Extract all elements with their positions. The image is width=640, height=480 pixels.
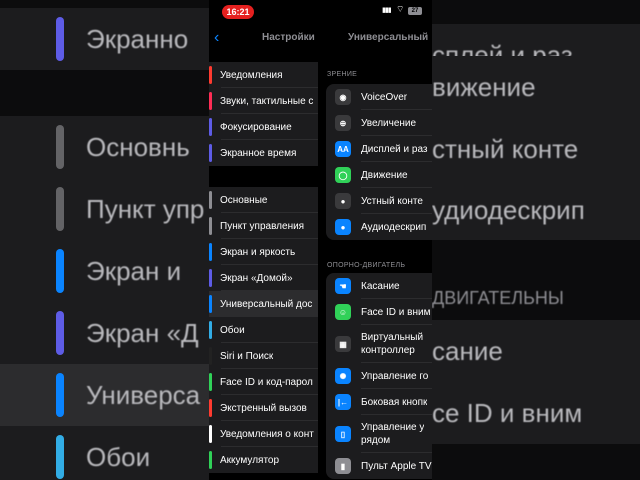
accessibility-panel: ▮▮▮ ⌔ 27 Универсальный ЗРЕНИЕ ◉ VoiceOver… xyxy=(318,0,432,480)
settings-item-home-screen[interactable]: Экран «Домой» xyxy=(209,265,318,291)
color-tab-icon xyxy=(209,425,212,443)
vision-group: ◉ VoiceOver ⊕ Увеличение AA Дисплей и раз ◯… xyxy=(326,84,432,240)
settings-item-face-id[interactable]: Face ID и код-парол xyxy=(209,369,318,395)
backdrop-row: Обои xyxy=(0,426,210,480)
settings-item-emergency-sos[interactable]: Экстренный вызов xyxy=(209,395,318,421)
voiceover-icon: ◉ xyxy=(335,89,351,105)
color-tab-icon xyxy=(209,295,212,313)
status-bar: ▮▮▮ ⌔ 27 xyxy=(318,0,432,24)
accessibility-item-side-button[interactable]: |← Боковая кнопк xyxy=(326,389,432,415)
color-tab-icon xyxy=(209,347,212,365)
settings-item-siri[interactable]: Siri и Поиск xyxy=(209,343,318,369)
section-header-motor: ОПОРНО-ДВИГАТЕЛЬ xyxy=(327,262,406,269)
settings-item-screen-time[interactable]: Экранное время xyxy=(209,140,318,166)
accessibility-item-spoken-content[interactable]: ● Устный конте xyxy=(326,188,432,214)
touch-icon: ☚ xyxy=(335,278,351,294)
back-chevron-icon[interactable]: ‹ xyxy=(214,30,219,46)
zoom-icon: ⊕ xyxy=(335,115,351,131)
color-tab-icon xyxy=(209,321,212,339)
settings-group-1: Уведомления Звуки, тактильные с Фокусиро… xyxy=(209,62,318,166)
color-tab-icon xyxy=(209,217,212,235)
backdrop-row: сание xyxy=(432,320,640,382)
backdrop-row: Экранно xyxy=(0,8,210,70)
accessibility-item-audio-descriptions[interactable]: ● Аудиодескрип xyxy=(326,214,432,240)
settings-item-focus[interactable]: Фокусирование xyxy=(209,114,318,140)
backdrop-row: Пункт упр xyxy=(0,178,210,240)
nav-title: Универсальный xyxy=(348,32,429,43)
color-tab-icon xyxy=(209,243,212,261)
cellular-signal-icon: ▮▮▮ xyxy=(382,7,392,14)
color-tab-icon xyxy=(209,191,212,209)
apple-tv-remote-icon: ▮ xyxy=(335,458,351,474)
settings-item-notifications[interactable]: Уведомления xyxy=(209,62,318,88)
settings-item-sounds[interactable]: Звуки, тактильные с xyxy=(209,88,318,114)
settings-item-control-center[interactable]: Пункт управления xyxy=(209,213,318,239)
settings-item-display[interactable]: Экран и яркость xyxy=(209,239,318,265)
settings-item-general[interactable]: Основные xyxy=(209,187,318,213)
switch-control-icon: ▦ xyxy=(335,336,351,352)
backdrop-row: Универса xyxy=(0,364,210,426)
accessibility-item-switch-control[interactable]: ▦ Виртуальный контроллер xyxy=(326,325,432,363)
color-tab-icon xyxy=(209,144,212,162)
accessibility-item-display-text-size[interactable]: AA Дисплей и раз xyxy=(326,136,432,162)
settings-item-wallpaper[interactable]: Обои xyxy=(209,317,318,343)
status-bar: 16:21 xyxy=(209,0,318,24)
accessibility-item-voice-control[interactable]: ✺ Управление го xyxy=(326,363,432,389)
color-tab-icon xyxy=(209,118,212,136)
text-size-icon: AA xyxy=(335,141,351,157)
settings-group-2: Основные Пункт управления Экран и яркост… xyxy=(209,187,318,473)
settings-nav-bar: ‹ Настройки xyxy=(209,28,318,50)
accessibility-item-motion[interactable]: ◯ Движение xyxy=(326,162,432,188)
accessibility-item-nearby-devices[interactable]: ▯ Управление у рядом xyxy=(326,415,432,453)
wifi-icon: ⌔ xyxy=(396,4,405,14)
settings-item-accessibility[interactable]: Универсальный дос xyxy=(209,291,318,317)
clock-pill: 16:21 xyxy=(222,5,254,19)
settings-item-battery[interactable]: Аккумулятор xyxy=(209,447,318,473)
color-tab-icon xyxy=(209,66,212,84)
color-tab-icon xyxy=(209,269,212,287)
backdrop-row: Экран «Д xyxy=(0,302,210,364)
side-button-icon: |← xyxy=(335,394,351,410)
backdrop-row: ce ID и вним xyxy=(432,382,640,444)
motion-icon: ◯ xyxy=(335,167,351,183)
color-tab-icon xyxy=(209,399,212,417)
section-header-vision: ЗРЕНИЕ xyxy=(327,71,358,78)
backdrop-row: Основнь xyxy=(0,116,210,178)
accessibility-item-zoom[interactable]: ⊕ Увеличение xyxy=(326,110,432,136)
backdrop-right: сплей и раз вижение стный конте удиодеск… xyxy=(432,0,640,480)
accessibility-item-touch[interactable]: ☚ Касание xyxy=(326,273,432,299)
color-tab-icon xyxy=(209,451,212,469)
motor-group: ☚ Касание ☺ Face ID и вним ▦ Виртуальный кон… xyxy=(326,273,432,479)
backdrop-row: ДВИГАТЕЛЬНЫ xyxy=(432,287,564,308)
backdrop-row: стный конте xyxy=(432,118,640,180)
face-id-icon: ☺ xyxy=(335,304,351,320)
settings-panel: 16:21 ‹ Настройки Уведомления Звуки, так… xyxy=(209,0,318,480)
color-tab-icon xyxy=(209,92,212,110)
battery-icon: 27 xyxy=(408,7,422,15)
backdrop-row: удиодескрип xyxy=(432,180,640,240)
spoken-content-icon: ● xyxy=(335,193,351,209)
backdrop-row: вижение xyxy=(432,56,640,118)
accessibility-item-apple-tv-remote[interactable]: ▮ Пульт Apple TV xyxy=(326,453,432,479)
nav-title: Настройки xyxy=(262,32,315,43)
audio-description-icon: ● xyxy=(335,219,351,235)
backdrop-left: Экранно Основнь Пункт упр Экран и Экран … xyxy=(0,0,210,480)
voice-control-icon: ✺ xyxy=(335,368,351,384)
accessibility-nav-bar: Универсальный xyxy=(318,28,432,50)
accessibility-item-voiceover[interactable]: ◉ VoiceOver xyxy=(326,84,432,110)
settings-item-exposure-notifications[interactable]: Уведомления о конт xyxy=(209,421,318,447)
accessibility-item-face-id-attention[interactable]: ☺ Face ID и вним xyxy=(326,299,432,325)
nearby-devices-icon: ▯ xyxy=(335,426,351,442)
backdrop-row: Экран и xyxy=(0,240,210,302)
color-tab-icon xyxy=(209,373,212,391)
